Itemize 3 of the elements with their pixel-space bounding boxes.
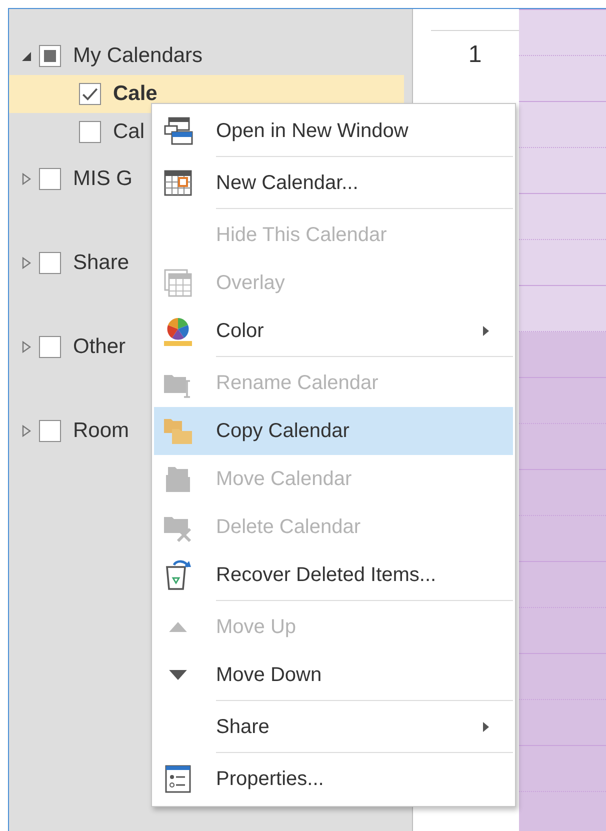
calendar-label: Cal	[113, 120, 145, 144]
day-number: 1	[468, 40, 482, 69]
calendar-label: Cale	[113, 82, 158, 106]
